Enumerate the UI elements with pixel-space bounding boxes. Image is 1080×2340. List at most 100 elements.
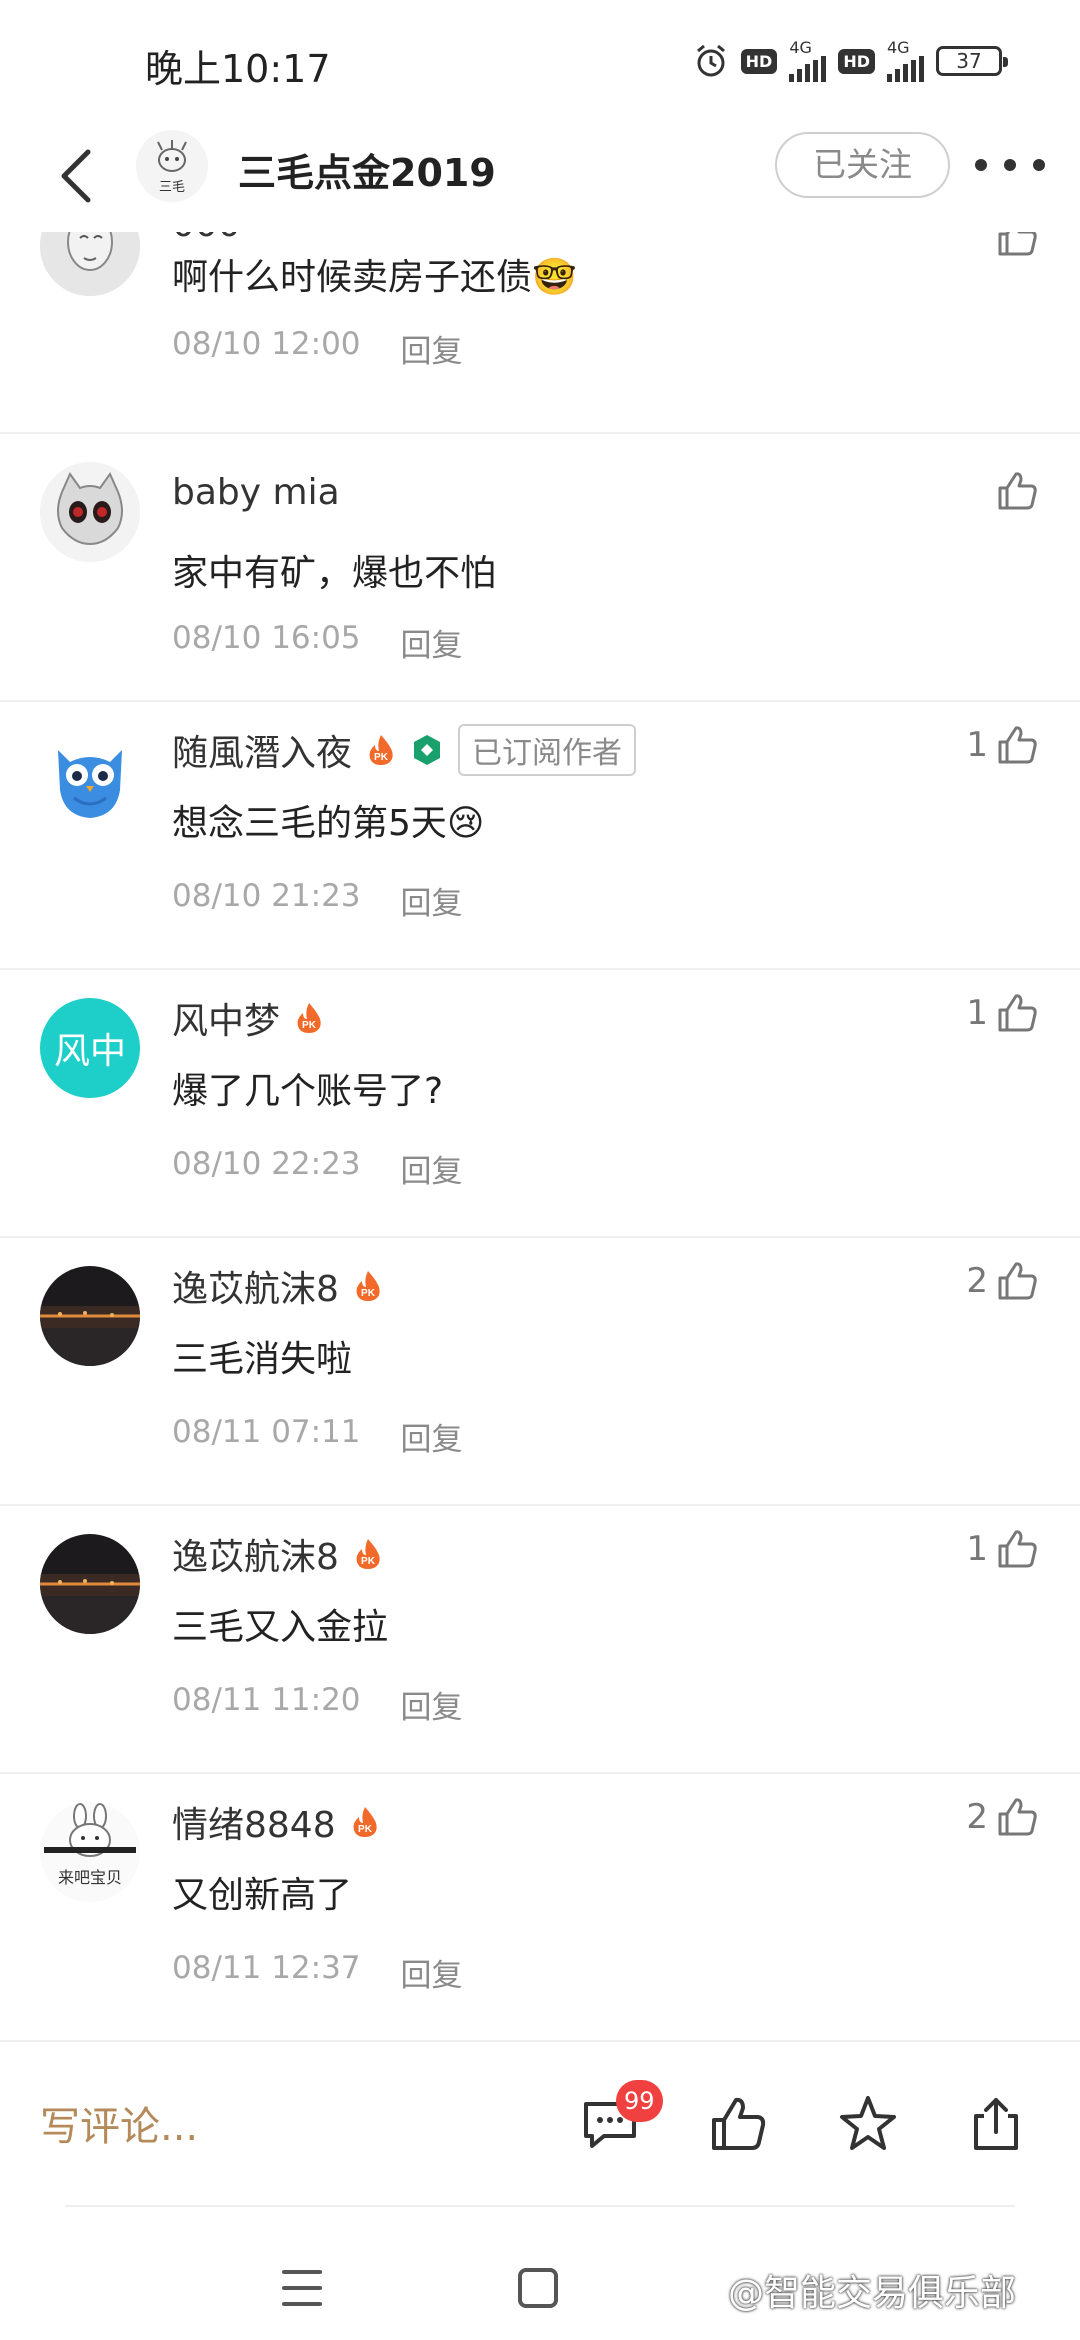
pk-fire-icon: PK [356,1539,380,1569]
commenter-avatar[interactable] [40,232,140,296]
like-button[interactable]: 1 [966,990,1040,1036]
like-button[interactable]: 1 [966,722,1040,768]
bottom-action-bar: 写评论... 99 [0,2040,1080,2210]
commenter-avatar[interactable] [40,462,140,562]
thumbs-up-icon [998,1530,1037,1568]
avatar-caption: 来吧宝贝 [57,1868,122,1887]
commenter-name[interactable]: 随風潛入夜 [172,724,352,776]
thumbs-up-icon [998,232,1037,256]
thumbs-up-icon [998,1798,1037,1836]
favorite-button[interactable] [836,2092,900,2156]
status-time: 晚上10:17 [145,47,331,91]
like-article-button[interactable] [706,2092,770,2156]
reply-button[interactable]: 回复 [401,1950,463,1995]
like-button[interactable] [988,232,1040,260]
commenter-avatar[interactable]: 来吧宝贝 [40,1802,140,1902]
comment-time: 08/11 12:37 [172,1950,361,1986]
network-type-label: 4G [789,38,812,57]
status-bar: 晚上10:17 HD 4G HD 4G 37 [0,0,1080,120]
alarm-icon [696,44,725,77]
hd-badge: HD [838,48,875,74]
like-button[interactable]: 2 [966,1794,1040,1840]
reply-button[interactable]: 回复 [401,1146,463,1191]
menu-line-icon [282,2270,322,2274]
signal-2-icon: 4G [887,40,924,82]
commenter-name[interactable]: 000 [172,232,241,245]
recent-apps-button[interactable] [282,2270,322,2306]
comment-meta: 08/10 22:23 回复 [172,1146,463,1191]
comment-text: 爆了几个账号了? [172,1071,444,1112]
comment-time: 08/10 22:23 [172,1146,361,1182]
home-button[interactable] [518,2268,558,2308]
hd-badge: HD [740,48,778,74]
write-comment-input[interactable]: 写评论... [40,2094,198,2152]
chevron-left-icon [61,149,91,203]
svg-text:PK: PK [302,1020,317,1031]
comment-text: 想念三毛的第5天😢 [172,803,485,844]
commenter-avatar[interactable]: 风中 [40,998,140,1098]
comment-header: 逸苡航沫8 PK [172,1260,383,1312]
commenter-avatar[interactable] [40,1534,140,1634]
comment-header: 情绪8848 PK [172,1796,380,1848]
comment-item: 风中 风中梦 PK 1 爆了几个账号了? 08/10 22:23 回复 [0,970,1080,1238]
svg-text:PK: PK [358,1824,373,1835]
like-count: 1 [966,725,988,765]
commenter-name[interactable]: 情绪8848 [172,1796,336,1848]
avatar-caption: 三毛 [158,180,185,195]
comment-item: baby mia 家中有矿，爆也不怕 08/10 16:05 回复 [0,434,1080,702]
commenter-avatar[interactable] [40,1266,140,1366]
avatar-initials: 风中 [53,1031,126,1072]
follow-button[interactable]: 已关注 [775,132,950,198]
comment-text: 家中有矿，爆也不怕 [172,553,497,594]
commenter-name[interactable]: 逸苡航沫8 [172,1528,339,1580]
like-count: 1 [966,993,988,1033]
commenter-name[interactable]: baby mia [172,472,340,513]
comment-item: 逸苡航沫8 PK 2 三毛消失啦 08/11 07:11 回复 [0,1238,1080,1506]
more-options-button[interactable] [975,140,1045,190]
svg-text:PK: PK [361,1556,376,1567]
system-nav-bar: @智能交易俱乐部 [0,2220,1080,2340]
thumbs-up-icon [998,994,1037,1032]
comment-time: 08/11 07:11 [172,1414,361,1450]
share-button[interactable] [964,2092,1028,2156]
pk-fire-icon: PK [356,1271,380,1301]
reply-button[interactable]: 回复 [401,620,463,665]
comment-header: 逸苡航沫8 PK [172,1528,383,1580]
comment-time: 08/10 16:05 [172,620,361,656]
top-nav-header: 三毛 三毛点金2019 已关注 [0,120,1080,232]
pk-fire-icon: PK [353,1807,377,1837]
thumbs-up-icon [998,1262,1037,1300]
comment-text: 三毛消失啦 [172,1339,353,1380]
back-button[interactable] [48,140,108,210]
commenter-name[interactable]: 风中梦 [172,992,280,1044]
owl-avatar-icon [40,730,140,830]
comment-item: 逸苡航沫8 PK 1 三毛又入金拉 08/11 11:20 回复 [0,1506,1080,1774]
thumbs-up-icon [998,726,1037,764]
comment-header: 风中梦 PK [172,992,324,1044]
commenter-name[interactable]: 逸苡航沫8 [172,1260,339,1312]
like-count: 1 [966,1529,988,1569]
author-avatar[interactable]: 三毛 [136,130,208,202]
verified-badge-icon [414,735,441,765]
like-count: 2 [966,1261,988,1301]
like-button[interactable] [988,468,1040,514]
like-button[interactable]: 2 [966,1258,1040,1304]
reply-button[interactable]: 回复 [401,326,463,371]
comment-meta: 08/11 07:11 回复 [172,1414,463,1459]
commenter-avatar[interactable] [40,730,140,830]
menu-line-icon [282,2302,322,2306]
reply-button[interactable]: 回复 [401,1414,463,1459]
comment-list[interactable]: 000 啊什么时候卖房子还债🤓 08/10 12:00 回复 baby mia [0,232,1080,2042]
more-dot-icon [1033,159,1045,171]
comment-time: 08/10 21:23 [172,878,361,914]
comment-meta: 08/11 12:37 回复 [172,1950,463,1995]
watermark: @智能交易俱乐部 [728,2273,1017,2314]
more-dot-icon [975,159,987,171]
thumbs-up-icon [712,2097,766,2150]
pk-fire-icon: PK [369,735,393,765]
more-dot-icon [1004,159,1016,171]
like-button[interactable]: 1 [966,1526,1040,1572]
sketch-face-avatar-icon [40,232,140,296]
reply-button[interactable]: 回复 [401,878,463,923]
reply-button[interactable]: 回复 [401,1682,463,1727]
